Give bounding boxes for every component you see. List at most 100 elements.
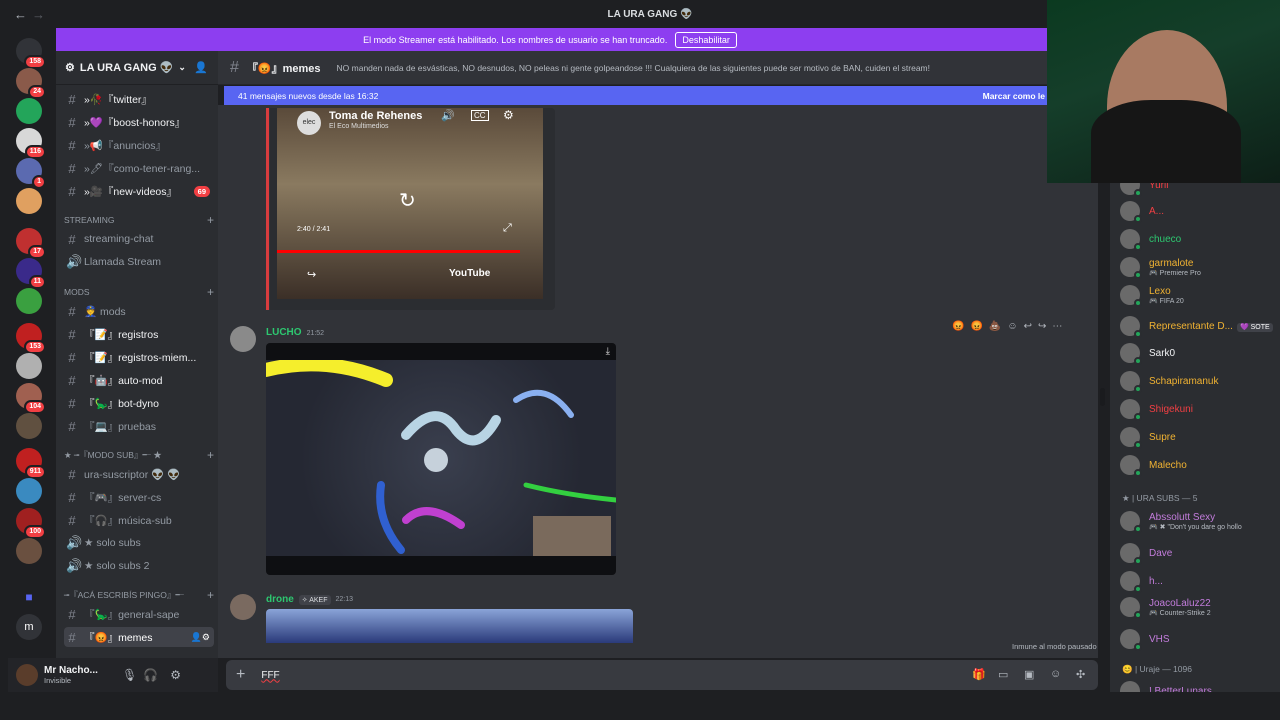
- member-item[interactable]: Schapiramanuk: [1120, 371, 1218, 393]
- server-icon[interactable]: 104: [16, 383, 46, 414]
- channel-topic[interactable]: NO manden nada de esvásticas, NO desnudo…: [337, 63, 930, 73]
- channel-item[interactable]: # »💜『boost-honors』: [64, 112, 214, 132]
- category-mods[interactable]: mods +: [64, 285, 214, 299]
- channel-item[interactable]: # 『😡』memes 👤⚙: [64, 627, 214, 647]
- reaction-icon[interactable]: 😡: [970, 321, 982, 332]
- server-icon[interactable]: [16, 98, 42, 124]
- folder-icon[interactable]: ■: [16, 584, 42, 610]
- mark-read-button[interactable]: Marcar como le: [983, 91, 1045, 101]
- server-icon[interactable]: [16, 538, 42, 564]
- scrollbar[interactable]: [1100, 388, 1105, 406]
- server-icon[interactable]: 153: [16, 323, 46, 354]
- gear-icon[interactable]: ⚙: [170, 668, 181, 682]
- channel-item[interactable]: # ura-suscriptor 👽 👽: [64, 464, 214, 484]
- reaction-icon[interactable]: 😡: [952, 321, 964, 332]
- server-icon[interactable]: [16, 188, 42, 214]
- author-name[interactable]: LUCHO: [266, 327, 302, 338]
- channel-item[interactable]: # 『📝』registros: [64, 324, 214, 344]
- server-icon[interactable]: 24: [16, 68, 46, 99]
- author-name[interactable]: drone: [266, 594, 294, 605]
- server-icon[interactable]: 100: [16, 508, 46, 539]
- channel-item[interactable]: # 『💻』pruebas: [64, 416, 214, 436]
- member-item[interactable]: Supre: [1120, 427, 1176, 449]
- server-header[interactable]: ⚙ LA URA GANG 👽 ⌄ 👤: [56, 51, 218, 85]
- sticker-icon[interactable]: ▣: [1024, 668, 1034, 681]
- member-item[interactable]: h...: [1120, 571, 1163, 593]
- channel-item[interactable]: # 『🎮』server-cs: [64, 487, 214, 507]
- add-channel-icon[interactable]: +: [207, 285, 214, 299]
- add-attachment-icon[interactable]: +: [236, 666, 245, 684]
- member-item[interactable]: JoacoLaluz22 🎮 Counter-Strike 2: [1120, 597, 1211, 619]
- member-item[interactable]: Abssolutt Sexy 🎮 ✖ "Don't you dare go hol…: [1120, 511, 1242, 533]
- avatar[interactable]: [230, 326, 256, 352]
- server-icon[interactable]: 158: [16, 38, 46, 69]
- avatar[interactable]: [16, 664, 38, 686]
- share-icon[interactable]: ↪: [307, 268, 316, 281]
- message-input[interactable]: + FFF 🎁 ▭ ▣ ☺ ✣: [226, 660, 1098, 690]
- channel-item[interactable]: # 👮 mods: [64, 301, 214, 321]
- add-channel-icon[interactable]: +: [207, 213, 214, 227]
- channel-item[interactable]: # »🖊『como-tener-rang...: [64, 158, 214, 178]
- invite-icon[interactable]: 👤⚙: [191, 632, 210, 643]
- channel-item[interactable]: 🔊 Llamada Stream: [64, 252, 214, 272]
- category-streaming[interactable]: STREAMING +: [64, 213, 214, 227]
- server-icon[interactable]: [16, 288, 42, 314]
- member-item[interactable]: Yurii: [1120, 183, 1168, 197]
- member-item[interactable]: Sark0: [1120, 343, 1175, 365]
- channel-item[interactable]: # 『🤖』auto-mod: [64, 370, 214, 390]
- channel-item[interactable]: # »🥀『twitter』: [64, 89, 214, 109]
- server-icon[interactable]: 11: [16, 258, 46, 289]
- channel-item[interactable]: 🔊 ★ solo subs 2: [64, 556, 214, 576]
- server-icon[interactable]: 116: [16, 128, 46, 159]
- reaction-icon[interactable]: 💩: [989, 321, 1001, 332]
- server-icon[interactable]: 1: [16, 158, 46, 189]
- add-reaction-icon[interactable]: ☺: [1007, 321, 1017, 332]
- member-item[interactable]: Lexo 🎮 FIFA 20: [1120, 285, 1184, 307]
- image-attachment[interactable]: [266, 609, 633, 643]
- avatar[interactable]: [230, 594, 256, 620]
- replay-icon[interactable]: ↻: [399, 188, 416, 213]
- message-input-text[interactable]: FFF: [261, 670, 279, 681]
- settings-gear-icon[interactable]: ⚙: [503, 108, 514, 122]
- member-item[interactable]: Malecho: [1120, 455, 1187, 477]
- more-icon[interactable]: ⋯: [1052, 321, 1062, 332]
- new-messages-bar[interactable]: 41 mensajes nuevos desde las 16:32 Marca…: [224, 86, 1047, 105]
- download-icon[interactable]: ⤓: [606, 346, 610, 357]
- emoji-icon[interactable]: ☺: [1050, 668, 1061, 680]
- channel-item[interactable]: # streaming-chat: [64, 229, 214, 249]
- volume-icon[interactable]: 🔊: [441, 109, 455, 122]
- member-item[interactable]: A...: [1120, 201, 1164, 223]
- server-icon[interactable]: [16, 413, 42, 439]
- channel-item[interactable]: # 『📝』registros-miem...: [64, 347, 214, 367]
- captions-icon[interactable]: CC: [471, 110, 489, 121]
- member-item[interactable]: VHS: [1120, 629, 1170, 651]
- microphone-icon[interactable]: 🎙: [122, 668, 137, 682]
- member-item[interactable]: Shigekuni: [1120, 399, 1193, 421]
- gift-icon[interactable]: 🎁: [972, 668, 986, 681]
- member-item[interactable]: ! BetterLunars: [1120, 681, 1212, 692]
- channel-item[interactable]: # »🎥『new-videos』 69: [64, 181, 214, 201]
- apps-icon[interactable]: ✣: [1076, 668, 1085, 681]
- category-modo-sub[interactable]: ★ ╼『MODO SUB』╾ ★ +: [64, 448, 214, 462]
- server-icon[interactable]: 911: [16, 448, 46, 479]
- member-item[interactable]: chueco: [1120, 229, 1181, 251]
- headphones-icon[interactable]: 🎧: [143, 668, 158, 682]
- video-title[interactable]: Toma de Rehenes: [329, 110, 422, 122]
- add-channel-icon[interactable]: +: [207, 588, 214, 602]
- forward-icon[interactable]: ↪: [1038, 321, 1046, 332]
- add-channel-icon[interactable]: +: [207, 448, 214, 462]
- add-member-icon[interactable]: 👤: [194, 61, 208, 74]
- channel-item[interactable]: # 『🦕』bot-dyno: [64, 393, 214, 413]
- member-item[interactable]: garmalote 🎮 Premiere Pro: [1120, 257, 1201, 279]
- server-icon[interactable]: [16, 353, 42, 379]
- channel-item[interactable]: # 『🎧』música-sub: [64, 510, 214, 530]
- fullscreen-icon[interactable]: ⤢: [503, 222, 512, 235]
- video-progress[interactable]: [277, 250, 520, 253]
- server-icon[interactable]: [16, 478, 42, 504]
- youtube-video[interactable]: elec Toma de Rehenes El Eco Multimedios …: [277, 108, 543, 299]
- server-icon[interactable]: m: [16, 614, 42, 640]
- server-icon[interactable]: 17: [16, 228, 46, 259]
- video-attachment[interactable]: ⤓: [266, 343, 616, 575]
- channel-item[interactable]: # »📢『anuncios』: [64, 135, 214, 155]
- reply-icon[interactable]: ↩: [1024, 321, 1032, 332]
